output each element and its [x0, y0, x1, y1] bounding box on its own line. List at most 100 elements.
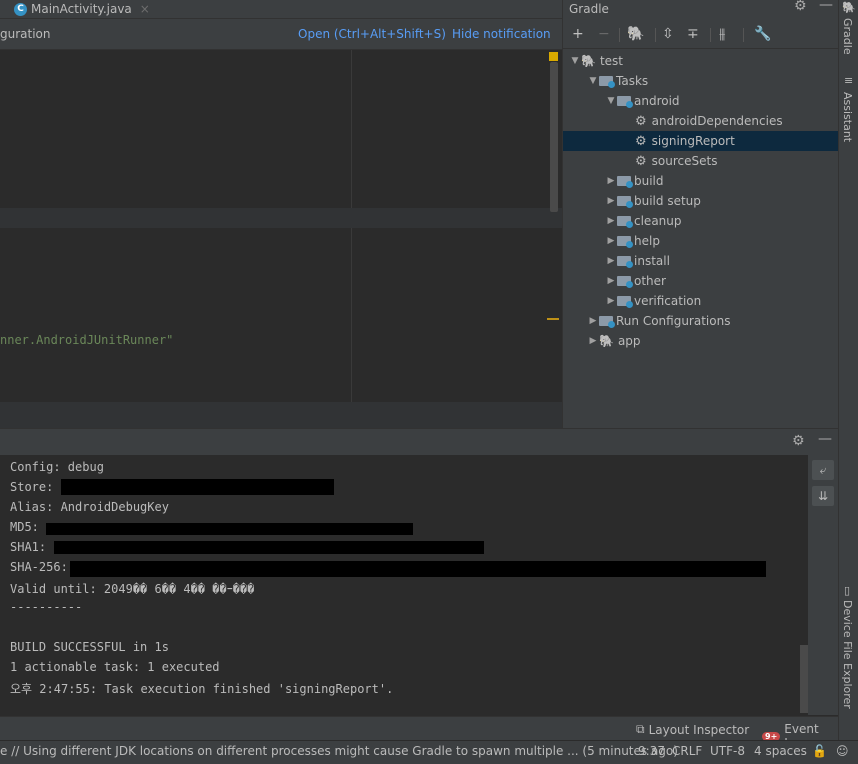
- tree-node[interactable]: ▶ help: [563, 231, 839, 251]
- hide-notification-link[interactable]: Hide notification: [452, 27, 551, 41]
- gear-icon: ⚙: [635, 113, 647, 129]
- gear-icon[interactable]: ⚙: [792, 433, 805, 449]
- console-line: SHA-256:: [10, 560, 76, 574]
- editor-area-top[interactable]: [0, 50, 562, 208]
- editor-scrollbar[interactable]: [550, 62, 558, 212]
- tree-node-label: Run Configurations: [616, 314, 731, 328]
- add-icon[interactable]: +: [572, 26, 584, 42]
- redaction-bar: [70, 561, 766, 577]
- indent-setting[interactable]: 4 spaces: [754, 744, 807, 758]
- status-message[interactable]: e // Using different JDK locations on di…: [0, 744, 678, 758]
- tree-node-label: app: [617, 334, 641, 348]
- editor-area-bottom[interactable]: [0, 228, 562, 402]
- expand-arrow-icon[interactable]: ▼: [587, 76, 599, 86]
- gear-icon[interactable]: ⚙: [794, 0, 807, 14]
- collapse-arrow-icon[interactable]: ▶: [605, 236, 617, 246]
- tree-node[interactable]: ▶ build setup: [563, 191, 839, 211]
- toggle-offline-icon[interactable]: ⫵: [719, 26, 725, 42]
- tree-node[interactable]: ⚙ androidDependencies: [563, 111, 839, 131]
- expand-arrow-icon[interactable]: ▼: [605, 96, 617, 106]
- editor-divider: [0, 208, 562, 228]
- tree-node[interactable]: ▼ android: [563, 91, 839, 111]
- tree-node-label: other: [634, 274, 666, 288]
- tree-node[interactable]: ⚙ signingReport: [563, 131, 839, 151]
- warning-marker[interactable]: [549, 52, 558, 61]
- scroll-to-end-icon[interactable]: ⇊: [812, 486, 834, 506]
- task-folder-icon: [617, 196, 633, 208]
- editor-footer: [0, 402, 562, 428]
- collapse-arrow-icon[interactable]: ▶: [587, 336, 599, 346]
- layout-inspector-button[interactable]: ⧉ Layout Inspector: [636, 722, 749, 737]
- status-bar: e // Using different JDK locations on di…: [0, 740, 858, 764]
- close-icon[interactable]: ×: [140, 2, 150, 16]
- tree-node-label: build setup: [634, 194, 701, 208]
- error-stripe-mark[interactable]: [547, 318, 559, 320]
- collapse-arrow-icon[interactable]: ▶: [587, 316, 599, 326]
- gear-icon: ⚙: [635, 133, 647, 149]
- console-line: 1 actionable task: 1 executed: [10, 660, 220, 674]
- collapse-arrow-icon[interactable]: ▶: [605, 256, 617, 266]
- redaction-bar: [54, 541, 484, 554]
- file-encoding[interactable]: UTF-8: [710, 744, 745, 758]
- minimize-icon[interactable]: —: [819, 0, 833, 13]
- open-project-structure-link[interactable]: Open (Ctrl+Alt+Shift+S): [298, 27, 446, 41]
- collapse-all-icon[interactable]: ∓: [687, 26, 699, 42]
- task-folder-icon: [599, 76, 615, 88]
- caret-position[interactable]: 9:37: [638, 744, 665, 758]
- collapse-arrow-icon[interactable]: ▶: [605, 276, 617, 286]
- device-file-explorer-stripe-button[interactable]: Device File Explorer: [841, 600, 854, 709]
- wrench-icon[interactable]: 🔧: [754, 26, 771, 42]
- run-panel-header: ⚙ —: [0, 428, 838, 455]
- layout-inspector-label: Layout Inspector: [648, 722, 750, 737]
- console-line: Config: debug: [10, 460, 104, 474]
- tab-mainactivity[interactable]: C MainActivity.java ×: [14, 1, 150, 17]
- tree-node-label: cleanup: [634, 214, 682, 228]
- collapse-arrow-icon[interactable]: ▶: [605, 216, 617, 226]
- tree-node-label: sourceSets: [651, 154, 718, 168]
- line-separator[interactable]: CRLF: [672, 744, 702, 758]
- execute-gradle-task-icon[interactable]: 🐘: [627, 26, 644, 42]
- toolbar-separator: [619, 28, 620, 42]
- minimize-icon[interactable]: —: [818, 431, 832, 447]
- tree-node-label: androidDependencies: [651, 114, 783, 128]
- tree-node-label: build: [634, 174, 664, 188]
- notification-text: guration: [0, 27, 51, 41]
- gradle-elephant-icon: 🐘: [581, 54, 596, 68]
- console-scrollbar[interactable]: [800, 645, 808, 713]
- redaction-bar: [61, 479, 334, 495]
- tree-node[interactable]: ⚙ sourceSets: [563, 151, 839, 171]
- remove-icon[interactable]: −: [598, 26, 610, 42]
- task-folder-icon: [617, 296, 633, 308]
- collapse-arrow-icon[interactable]: ▶: [605, 196, 617, 206]
- device-icon: ▯: [844, 584, 851, 597]
- tree-node-label: test: [599, 54, 623, 68]
- task-folder-icon: [617, 216, 633, 228]
- expand-all-icon[interactable]: ⇳: [662, 26, 674, 42]
- collapse-arrow-icon[interactable]: ▶: [605, 296, 617, 306]
- tree-node[interactable]: ▶ verification: [563, 291, 839, 311]
- tree-node[interactable]: ▶ 🐘 app: [563, 331, 839, 351]
- tree-node[interactable]: ▼ 🐘 test: [563, 51, 839, 71]
- gradle-stripe-icon: 🐘: [842, 1, 856, 14]
- collapse-arrow-icon[interactable]: ▶: [605, 176, 617, 186]
- tree-node[interactable]: ▶ install: [563, 251, 839, 271]
- tree-node[interactable]: ▶ build: [563, 171, 839, 191]
- expand-arrow-icon[interactable]: ▼: [569, 56, 581, 66]
- tree-node[interactable]: ▶ other: [563, 271, 839, 291]
- lock-icon[interactable]: 🔓: [812, 744, 827, 758]
- inspector-icon[interactable]: ☺: [836, 744, 849, 758]
- run-console[interactable]: Config: debug Store: Alias: AndroidDebug…: [0, 455, 808, 715]
- console-line: ----------: [10, 600, 83, 614]
- console-line: SHA1:: [10, 540, 54, 554]
- gradle-stripe-button[interactable]: Gradle: [841, 18, 854, 55]
- tree-node[interactable]: ▼ Tasks: [563, 71, 839, 91]
- soft-wrap-icon[interactable]: ⤶: [812, 460, 834, 480]
- assistant-stripe-button[interactable]: Assistant: [841, 92, 854, 142]
- assistant-icon: ≡: [844, 74, 854, 87]
- java-class-icon: C: [14, 2, 27, 16]
- tree-node[interactable]: ▶ Run Configurations: [563, 311, 839, 331]
- notification-bar: guration Open (Ctrl+Alt+Shift+S) Hide no…: [0, 19, 562, 50]
- gradle-task-tree: ▼ 🐘 test ▼ Tasks ▼ android ⚙ androidDependencies…: [563, 51, 839, 411]
- toolbar-separator: [710, 28, 711, 42]
- tree-node[interactable]: ▶ cleanup: [563, 211, 839, 231]
